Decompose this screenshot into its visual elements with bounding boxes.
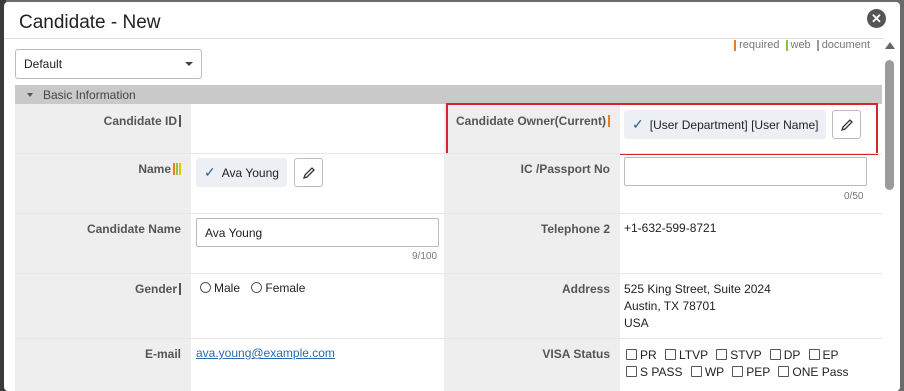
- name-label-text: Name: [138, 162, 171, 176]
- candidate-name-input[interactable]: Ava Young: [196, 218, 439, 247]
- name-chip-label: Ava Young: [221, 165, 279, 180]
- preset-select-value: Default: [24, 57, 63, 71]
- pencil-icon: [302, 166, 315, 179]
- name-edit-area: [294, 158, 323, 187]
- address-label: Address: [444, 274, 620, 339]
- field-legend: required web document: [734, 39, 870, 51]
- checkbox-icon: [778, 366, 790, 377]
- gender-male-option[interactable]: Male: [200, 281, 240, 295]
- modal-title: Candidate - New: [19, 12, 161, 33]
- checkbox-icon: [716, 349, 728, 360]
- preset-select[interactable]: Default: [15, 49, 202, 79]
- web-marker: [176, 163, 178, 175]
- scrollbar-thumb[interactable]: [885, 60, 894, 190]
- section-title: Basic Information: [43, 87, 136, 102]
- radio-icon: [251, 282, 263, 293]
- visa-option-label: S PASS: [640, 365, 683, 379]
- name-edit-button[interactable]: [294, 158, 323, 187]
- legend-web-swatch: [785, 39, 788, 51]
- visa-row-2: S PASS WP PEP ONE Pass: [626, 364, 876, 381]
- visa-option-dp[interactable]: DP: [769, 348, 801, 362]
- candidate-name-label: Candidate Name: [15, 214, 191, 274]
- required-marker: [173, 163, 175, 175]
- collapse-triangle-icon: [27, 92, 33, 97]
- owner-highlight-box: [446, 103, 878, 155]
- legend-document: document: [816, 39, 870, 51]
- address-line2: Austin, TX 78701: [624, 299, 716, 313]
- telephone2-label-text: Telephone 2: [540, 222, 610, 236]
- checkbox-icon: [732, 366, 744, 377]
- legend-required: required: [734, 39, 780, 51]
- visa-option-stvp[interactable]: STVP: [716, 348, 761, 362]
- legend-required-label: required: [739, 39, 780, 51]
- gender-female-option[interactable]: Female: [251, 281, 305, 295]
- gender-options: Male Female: [200, 281, 305, 295]
- radio-icon: [200, 282, 211, 293]
- passport-label: IC /Passport No: [444, 154, 620, 214]
- visa-option-pr[interactable]: PR: [626, 348, 657, 362]
- address-value: 525 King Street, Suite 2024 Austin, TX 7…: [624, 281, 771, 332]
- visa-option-wp[interactable]: WP: [690, 365, 724, 379]
- checkbox-icon: [665, 349, 677, 360]
- visa-option-ltvp[interactable]: LTVP: [665, 348, 708, 362]
- check-icon: ✓: [204, 164, 216, 180]
- gender-label-text: Gender: [134, 282, 177, 296]
- gender-male-label: Male: [214, 281, 241, 295]
- visa-option-label: ONE Pass: [792, 365, 849, 379]
- checkbox-icon: [690, 366, 702, 377]
- candidate-name-label-text: Candidate Name: [86, 222, 181, 236]
- address-line1: 525 King Street, Suite 2024: [624, 282, 771, 296]
- visa-row-1: PR LTVP STVP DP EP: [626, 347, 876, 364]
- scroll-up-icon[interactable]: [885, 42, 895, 49]
- passport-input[interactable]: [624, 157, 867, 186]
- passport-counter: 0/50: [844, 191, 864, 202]
- visa-status-label: VISA Status: [444, 339, 620, 391]
- checkbox-icon: [626, 349, 637, 360]
- candidate-id-label-text: Candidate ID: [103, 114, 177, 128]
- name-label: Name: [15, 154, 191, 214]
- visa-option-pep[interactable]: PEP: [732, 365, 770, 379]
- visa-option-label: STVP: [730, 348, 762, 362]
- legend-web-label: web: [790, 39, 811, 51]
- gender-female-label: Female: [265, 281, 306, 295]
- address-label-text: Address: [561, 282, 610, 296]
- name-value: ✓ Ava Young: [196, 158, 287, 187]
- candidate-id-label: Candidate ID: [15, 104, 191, 153]
- visa-status-label-text: VISA Status: [542, 347, 610, 361]
- legend-required-swatch: [734, 39, 737, 51]
- candidate-new-modal: Candidate - New ✕ required web document …: [4, 2, 900, 391]
- name-chip[interactable]: ✓ Ava Young: [196, 158, 287, 187]
- visa-option-one-pass[interactable]: ONE Pass: [778, 365, 848, 379]
- visa-option-label: EP: [822, 348, 839, 362]
- legend-document-label: document: [821, 39, 870, 51]
- visa-option-label: LTVP: [679, 348, 708, 362]
- document-marker: [179, 115, 181, 127]
- close-icon[interactable]: ✕: [867, 9, 886, 28]
- telephone2-value: +1-632-599-8721: [624, 221, 717, 235]
- telephone2-label: Telephone 2: [444, 214, 620, 274]
- legend-document-swatch: [816, 39, 819, 51]
- visa-option-s-pass[interactable]: S PASS: [626, 365, 682, 379]
- visa-option-label: WP: [704, 365, 724, 379]
- email-label-text: E-mail: [144, 347, 181, 361]
- chevron-down-icon: [185, 62, 193, 66]
- email-link[interactable]: ava.young@example.com: [196, 346, 335, 360]
- candidate-name-counter: 9/100: [412, 251, 438, 262]
- visa-option-label: PEP: [746, 365, 771, 379]
- section-basic-information[interactable]: Basic Information: [15, 85, 882, 104]
- legend-web: web: [785, 39, 811, 51]
- visa-option-label: DP: [783, 348, 801, 362]
- gender-label: Gender: [15, 274, 191, 339]
- document-marker: [179, 283, 181, 295]
- visa-status-options: PR LTVP STVP DP EP S PASS WP PEP ONE Pas…: [626, 347, 876, 381]
- checkbox-icon: [769, 349, 781, 360]
- visa-option-ep[interactable]: EP: [808, 348, 839, 362]
- checkbox-icon: [808, 349, 820, 360]
- visa-option-label: PR: [640, 348, 657, 362]
- email-label: E-mail: [15, 339, 191, 391]
- checkbox-icon: [626, 366, 637, 377]
- document-marker: [179, 163, 181, 175]
- passport-label-text: IC /Passport No: [520, 162, 610, 176]
- address-line3: USA: [624, 316, 649, 330]
